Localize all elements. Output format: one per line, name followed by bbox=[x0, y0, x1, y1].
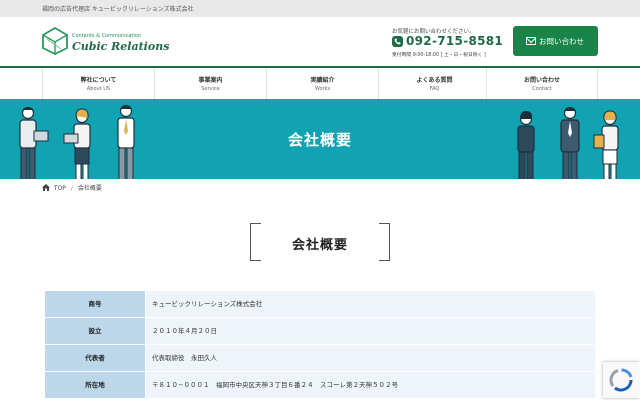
recaptcha-badge[interactable] bbox=[603, 362, 640, 398]
nav-item-about[interactable]: 弊社について About US bbox=[42, 68, 154, 99]
table-value-cell: ２０１０年４月２０日 bbox=[146, 318, 595, 344]
nav-item-works[interactable]: 実績紹介 Works bbox=[266, 68, 378, 99]
top-bar: 福岡の広告代理店 キュービックリレーションズ株式会社 bbox=[0, 0, 640, 17]
phone-icon bbox=[392, 36, 403, 47]
nav-label: 実績紹介 bbox=[310, 77, 335, 84]
site-tagline: 福岡の広告代理店 キュービックリレーションズ株式会社 bbox=[42, 6, 194, 13]
table-value-cell: 代表取締役 永田久人 bbox=[146, 345, 595, 371]
nav-sublabel: Works bbox=[314, 86, 331, 92]
logo-cube-icon bbox=[42, 27, 68, 55]
nav-item-contact[interactable]: お問い合わせ Contact bbox=[486, 68, 598, 99]
table-header-cell: 代表者 bbox=[45, 345, 145, 371]
table-header-cell: 商号 bbox=[45, 291, 145, 317]
table-header-cell: 設立 bbox=[45, 318, 145, 344]
breadcrumb-current: 会社概要 bbox=[77, 185, 102, 192]
nav-label: 事業案内 bbox=[198, 77, 223, 84]
hero-illustration-right bbox=[517, 106, 619, 179]
breadcrumb-separator: / bbox=[70, 185, 73, 192]
table-row: 代表者 代表取締役 永田久人 bbox=[45, 345, 595, 372]
site-header: Contents & Communication Cubic Relations… bbox=[0, 17, 640, 66]
nav-sublabel: Service bbox=[201, 86, 220, 92]
business-hours: 受付時間 9:00-18:00 [ 土・日・祝日除く ] bbox=[392, 53, 486, 58]
nav-item-service[interactable]: 事業案内 Service bbox=[154, 68, 266, 99]
phone-number[interactable]: 092-715-8581 bbox=[406, 34, 503, 48]
site-logo[interactable]: Contents & Communication Cubic Relations bbox=[42, 27, 172, 59]
home-icon bbox=[42, 184, 50, 191]
table-row: 設立 ２０１０年４月２０日 bbox=[45, 318, 595, 345]
nav-label: 弊社について bbox=[80, 77, 117, 84]
company-info-table: 商号 キュービックリレーションズ株式会社 設立 ２０１０年４月２０日 代表者 代… bbox=[45, 291, 595, 399]
table-row: 所在地 〒８１０−０００１ 福岡市中央区天神３丁目６番２４ スコーレ第２天神５０… bbox=[45, 372, 595, 399]
recaptcha-icon bbox=[609, 368, 633, 392]
contact-button-label: お問い合わせ bbox=[539, 37, 584, 46]
mail-icon bbox=[526, 37, 536, 45]
table-row: 商号 キュービックリレーションズ株式会社 bbox=[45, 291, 595, 318]
logo-wordmark: Cubic Relations bbox=[72, 40, 170, 53]
table-value-cell: キュービックリレーションズ株式会社 bbox=[146, 291, 595, 317]
phone-contact: お気軽にお問い合わせください。 092-715-8581 受付時間 9:00-1… bbox=[392, 27, 504, 61]
breadcrumb-home-link[interactable]: TOP bbox=[54, 185, 66, 192]
section-heading: 会社概要 bbox=[250, 223, 390, 261]
table-header-cell: 所在地 bbox=[45, 372, 145, 398]
global-nav: 弊社について About US 事業案内 Service 実績紹介 Works … bbox=[0, 66, 640, 99]
nav-item-faq[interactable]: よくある質問 FAQ bbox=[378, 68, 490, 99]
table-value-cell: 〒８１０−０００１ 福岡市中央区天神３丁目６番２４ スコーレ第２天神５０２号 bbox=[146, 372, 595, 398]
section-title: 会社概要 bbox=[291, 238, 348, 253]
contact-button[interactable]: お問い合わせ bbox=[513, 26, 598, 56]
page-hero: 会社概要 bbox=[0, 99, 640, 179]
nav-label: よくある質問 bbox=[416, 77, 453, 84]
nav-sublabel: FAQ bbox=[429, 86, 440, 92]
breadcrumb: TOP / 会社概要 bbox=[42, 183, 102, 193]
nav-sublabel: Contact bbox=[532, 86, 552, 92]
nav-label: お問い合わせ bbox=[523, 77, 560, 84]
logo-subtitle: Contents & Communication bbox=[72, 33, 141, 39]
nav-sublabel: About US bbox=[86, 86, 111, 92]
